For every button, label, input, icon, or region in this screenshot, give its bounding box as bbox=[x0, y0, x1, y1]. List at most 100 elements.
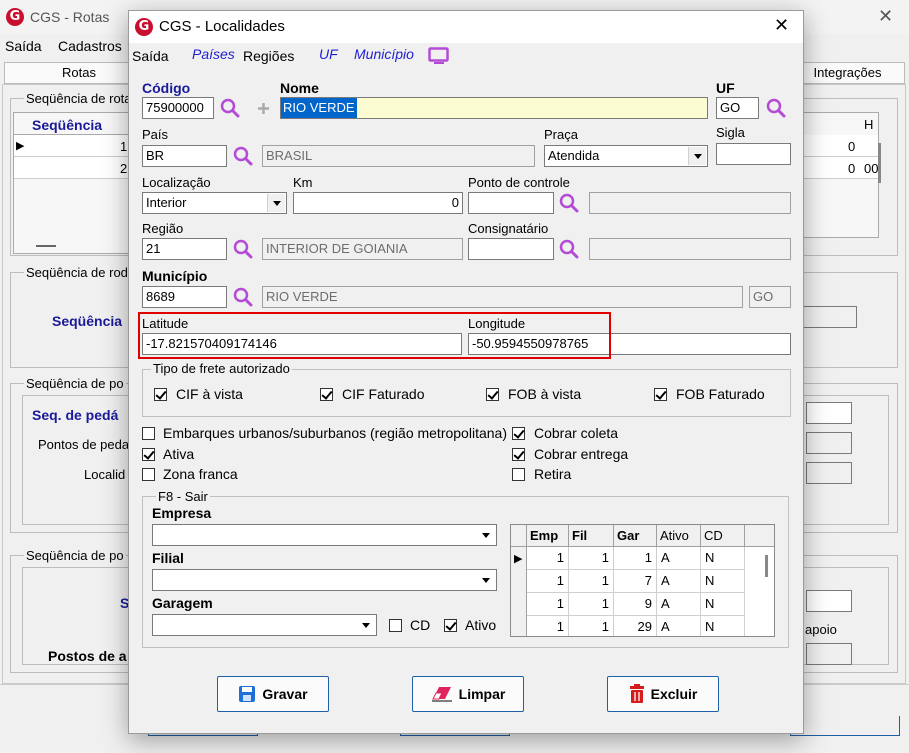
menu-regioes[interactable]: Regiões bbox=[243, 48, 294, 64]
checkbox-embarques[interactable] bbox=[142, 427, 155, 440]
checkbox-zona-franca[interactable] bbox=[142, 468, 155, 481]
pais-code-input[interactable]: BR bbox=[142, 145, 227, 167]
scrollbar[interactable] bbox=[878, 143, 881, 183]
chevron-down-icon[interactable] bbox=[477, 571, 495, 589]
codigo-input[interactable]: 75900000 bbox=[142, 97, 214, 119]
menu-uf[interactable]: UF bbox=[319, 46, 338, 62]
checkbox-ativa[interactable] bbox=[142, 448, 155, 461]
empresa-select[interactable] bbox=[152, 524, 497, 546]
close-icon[interactable]: ✕ bbox=[774, 15, 789, 36]
grid-cell[interactable]: 1 bbox=[569, 593, 614, 616]
limpar-label: Limpar bbox=[458, 686, 506, 702]
chevron-down-icon[interactable] bbox=[357, 616, 375, 634]
background-close-icon[interactable]: ✕ bbox=[878, 6, 893, 27]
consignatario-code-input[interactable] bbox=[468, 238, 554, 260]
chevron-down-icon[interactable] bbox=[688, 147, 706, 165]
bg-input[interactable] bbox=[806, 462, 852, 484]
checkbox-fob-vista[interactable] bbox=[486, 388, 499, 401]
grid-cell[interactable]: A bbox=[657, 616, 701, 636]
grid-cell[interactable]: 1 bbox=[527, 616, 569, 636]
menu-paises[interactable]: Países bbox=[192, 46, 235, 62]
search-icon[interactable] bbox=[232, 286, 254, 308]
grid-header-cd[interactable]: CD bbox=[701, 525, 745, 547]
localidades-dialog: G CGS - Localidades ✕ Saída Países Regiõ… bbox=[128, 10, 804, 734]
regiao-code-input[interactable]: 21 bbox=[142, 238, 227, 260]
grid-cell[interactable]: N bbox=[701, 616, 745, 636]
menu-municipio[interactable]: Município bbox=[354, 46, 414, 62]
checkbox-retira[interactable] bbox=[512, 468, 525, 481]
checkbox-cif-vista[interactable] bbox=[154, 388, 167, 401]
grid-header-gar[interactable]: Gar bbox=[614, 525, 657, 547]
bg-menu-cadastros[interactable]: Cadastros bbox=[58, 38, 122, 54]
search-icon[interactable] bbox=[558, 192, 580, 214]
grid-cell[interactable]: A bbox=[657, 570, 701, 593]
label-filial: Filial bbox=[152, 550, 184, 566]
bg-input[interactable] bbox=[803, 306, 857, 328]
bg-input[interactable] bbox=[806, 432, 852, 454]
grid-cell[interactable]: A bbox=[657, 547, 701, 570]
garagem-select[interactable] bbox=[152, 614, 377, 636]
grid-cell[interactable]: 1 bbox=[569, 616, 614, 636]
nome-input[interactable]: RIO VERDE bbox=[280, 97, 708, 119]
filial-select[interactable] bbox=[152, 569, 497, 591]
chevron-down-icon[interactable] bbox=[267, 194, 285, 212]
checkbox-cif-faturado[interactable] bbox=[320, 388, 333, 401]
empresa-grid[interactable]: Emp Fil Gar Ativo CD ▶ 1 1 1 A N 1 1 7 A… bbox=[510, 524, 775, 637]
grid-header-ativo[interactable]: Ativo bbox=[657, 525, 701, 547]
checkbox-ativo[interactable] bbox=[444, 619, 457, 632]
sigla-input[interactable] bbox=[716, 143, 791, 165]
grid-scrollbar[interactable] bbox=[765, 555, 768, 577]
grid-cell[interactable]: 7 bbox=[614, 570, 657, 593]
bg-input[interactable] bbox=[806, 402, 852, 424]
bg-grid-right[interactable]: H 0 0 00 bbox=[803, 112, 881, 238]
monitor-icon[interactable] bbox=[428, 47, 450, 65]
grid-header-emp[interactable]: Emp bbox=[527, 525, 569, 547]
bg-button[interactable] bbox=[790, 716, 900, 736]
grid-header-fil[interactable]: Fil bbox=[569, 525, 614, 547]
bg-input[interactable] bbox=[806, 643, 852, 665]
bg-grid-row[interactable] bbox=[14, 135, 130, 157]
excluir-button[interactable]: Excluir bbox=[607, 676, 719, 712]
bg-grid-row[interactable] bbox=[14, 157, 130, 179]
grid-cell[interactable]: N bbox=[701, 570, 745, 593]
plus-icon[interactable] bbox=[257, 102, 270, 115]
localizacao-select[interactable]: Interior bbox=[142, 192, 287, 214]
grid-cell[interactable]: N bbox=[701, 593, 745, 616]
bg-grid-row[interactable] bbox=[804, 135, 878, 157]
grid-cell[interactable]: 9 bbox=[614, 593, 657, 616]
grid-cell[interactable]: 1 bbox=[614, 547, 657, 570]
grid-cell[interactable]: 1 bbox=[527, 570, 569, 593]
search-icon[interactable] bbox=[232, 238, 254, 260]
uf-input[interactable]: GO bbox=[716, 97, 759, 119]
bg-menu-saida[interactable]: Saída bbox=[5, 38, 42, 54]
search-icon[interactable] bbox=[765, 97, 787, 119]
chevron-down-icon[interactable] bbox=[477, 526, 495, 544]
checkbox-cobrar-entrega[interactable] bbox=[512, 448, 525, 461]
checkbox-cd[interactable] bbox=[389, 619, 402, 632]
checkbox-fob-faturado[interactable] bbox=[654, 388, 667, 401]
grid-cell[interactable]: N bbox=[701, 547, 745, 570]
checkbox-cobrar-coleta[interactable] bbox=[512, 427, 525, 440]
grid-cell[interactable]: A bbox=[657, 593, 701, 616]
limpar-button[interactable]: Limpar bbox=[412, 676, 524, 712]
municipio-code-input[interactable]: 8689 bbox=[142, 286, 227, 308]
grid-cell[interactable]: 1 bbox=[569, 547, 614, 570]
gravar-button[interactable]: Gravar bbox=[217, 676, 329, 712]
search-icon[interactable] bbox=[219, 97, 241, 119]
label-praca: Praça bbox=[544, 127, 578, 142]
scroll-thumb[interactable] bbox=[36, 245, 56, 247]
search-icon[interactable] bbox=[232, 145, 254, 167]
menu-saida[interactable]: Saída bbox=[132, 48, 169, 64]
grid-cell[interactable]: 1 bbox=[527, 593, 569, 616]
label-cif-faturado: CIF Faturado bbox=[342, 386, 425, 402]
km-input[interactable]: 0 bbox=[293, 192, 463, 214]
bg-input[interactable] bbox=[806, 590, 852, 612]
grid-cell[interactable]: 1 bbox=[569, 570, 614, 593]
grid-cell[interactable]: 29 bbox=[614, 616, 657, 636]
search-icon[interactable] bbox=[558, 238, 580, 260]
praca-select[interactable]: Atendida bbox=[544, 145, 708, 167]
ponto-controle-code-input[interactable] bbox=[468, 192, 554, 214]
tab-integracoes[interactable]: Integrações bbox=[790, 62, 905, 84]
grid-cell[interactable]: 1 bbox=[527, 547, 569, 570]
bg-grid[interactable]: Seqüência ▶ 1 2 bbox=[13, 112, 131, 254]
